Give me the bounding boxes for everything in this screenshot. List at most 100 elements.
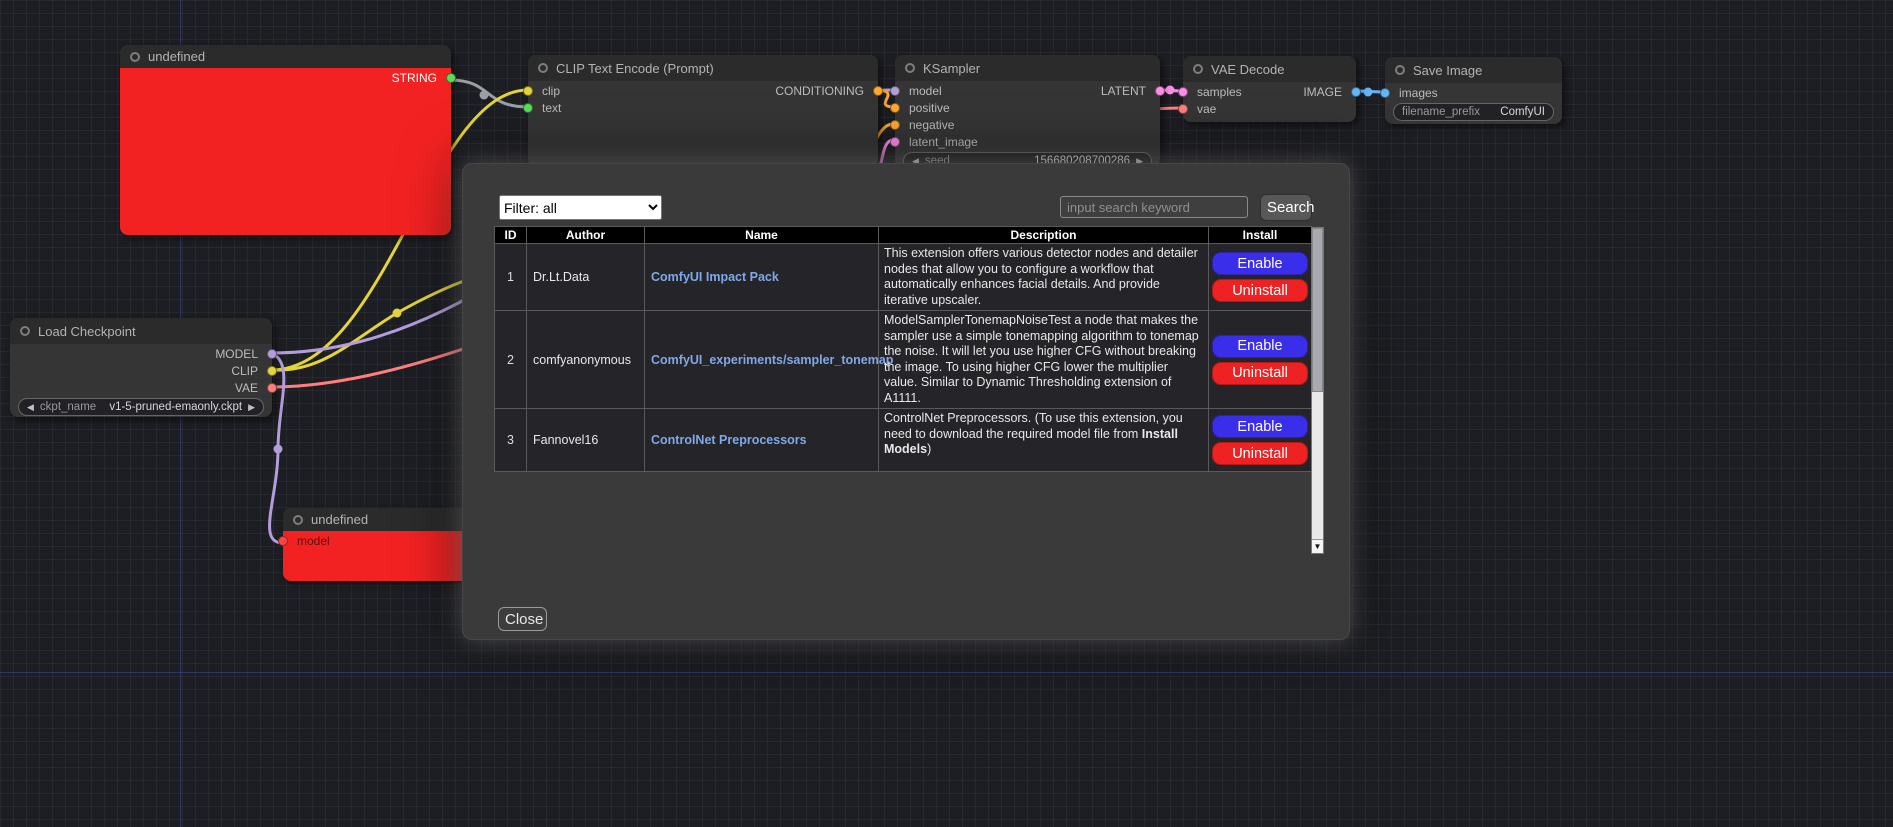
scrollbar-down-button[interactable]: ▼ xyxy=(1312,539,1323,553)
wire-midpoint-dot xyxy=(274,445,283,454)
widget-value: ComfyUI xyxy=(1500,106,1545,118)
output-port-vae[interactable] xyxy=(267,383,277,393)
input-label: latent_image xyxy=(909,135,978,149)
graph-canvas[interactable]: undefined STRING CLIP Text Encode (Promp… xyxy=(0,0,1893,827)
input-port-negative[interactable] xyxy=(890,120,900,130)
widget-label: ckpt_name xyxy=(40,401,96,413)
widget-label: filename_prefix xyxy=(1402,106,1480,118)
search-input[interactable] xyxy=(1060,196,1248,218)
uninstall-button[interactable]: Uninstall xyxy=(1212,442,1308,465)
ckpt-name-widget[interactable]: ◀ ckpt_name v1-5-pruned-emaonly.ckpt ▶ xyxy=(18,398,264,416)
collapse-dot-icon[interactable] xyxy=(1395,65,1405,75)
scroll-down-icon: ▼ xyxy=(1314,542,1322,551)
collapse-dot-icon[interactable] xyxy=(905,63,915,73)
column-header-id: ID xyxy=(495,227,527,244)
extension-row: 1 Dr.Lt.Data ComfyUI Impact Pack This ex… xyxy=(495,244,1312,311)
output-port-latent[interactable] xyxy=(1155,86,1165,96)
column-header-author: Author xyxy=(527,227,645,244)
node-title-bar[interactable]: undefined xyxy=(283,508,469,531)
input-port-model[interactable] xyxy=(890,86,900,96)
collapse-dot-icon[interactable] xyxy=(1193,64,1203,74)
input-label: model xyxy=(909,84,942,98)
node-title: Save Image xyxy=(1413,63,1482,78)
scrollbar-thumb[interactable] xyxy=(1312,228,1323,392)
enable-button[interactable]: Enable xyxy=(1212,252,1308,275)
close-button[interactable]: Close xyxy=(498,607,547,631)
output-port-model[interactable] xyxy=(267,349,277,359)
output-port-image[interactable] xyxy=(1351,87,1361,97)
table-scrollbar[interactable]: ▼ xyxy=(1311,227,1324,554)
collapse-dot-icon[interactable] xyxy=(293,515,303,525)
filename-prefix-widget[interactable]: filename_prefix ComfyUI xyxy=(1393,103,1554,121)
node-undefined-string[interactable]: undefined STRING xyxy=(120,45,451,235)
input-port-samples[interactable] xyxy=(1178,87,1188,97)
node-title-bar[interactable]: undefined xyxy=(120,45,451,68)
input-port-text[interactable] xyxy=(523,103,533,113)
collapse-dot-icon[interactable] xyxy=(130,52,140,62)
input-port-latent-image[interactable] xyxy=(890,137,900,147)
column-header-description: Description xyxy=(879,227,1209,244)
node-save-image[interactable]: Save Image images filename_prefix ComfyU… xyxy=(1385,57,1562,124)
output-port-conditioning[interactable] xyxy=(873,86,883,96)
uninstall-button[interactable]: Uninstall xyxy=(1212,362,1308,385)
extension-id: 2 xyxy=(495,311,527,409)
input-port-positive[interactable] xyxy=(890,103,900,113)
node-title: undefined xyxy=(311,512,368,527)
node-title: undefined xyxy=(148,49,205,64)
output-port-clip[interactable] xyxy=(267,366,277,376)
widget-value: v1-5-pruned-emaonly.ckpt xyxy=(109,401,242,413)
extension-description: ModelSamplerTonemapNoiseTest a node that… xyxy=(879,311,1209,409)
collapse-dot-icon[interactable] xyxy=(538,63,548,73)
column-header-install: Install xyxy=(1209,227,1312,244)
wire-midpoint-dot xyxy=(393,309,402,318)
extension-author: Dr.Lt.Data xyxy=(527,244,645,311)
input-port-model[interactable] xyxy=(278,536,288,546)
input-label: vae xyxy=(1197,102,1216,116)
input-port-clip[interactable] xyxy=(523,86,533,96)
input-label: model xyxy=(297,534,330,548)
output-port-string[interactable] xyxy=(446,73,456,83)
extension-author: Fannovel16 xyxy=(527,409,645,472)
node-undefined-tonemap[interactable]: undefined model xyxy=(283,508,469,581)
output-label: VAE xyxy=(235,381,258,395)
input-label: images xyxy=(1399,86,1438,100)
output-label: STRING xyxy=(392,71,437,85)
table-header-row: ID Author Name Description Install xyxy=(495,227,1312,244)
node-title-bar[interactable]: Load Checkpoint xyxy=(10,318,272,344)
enable-button[interactable]: Enable xyxy=(1212,415,1308,438)
extension-description: ControlNet Preprocessors. (To use this e… xyxy=(879,409,1209,472)
wire-midpoint-dot xyxy=(1364,88,1373,97)
output-label: IMAGE xyxy=(1303,85,1342,99)
node-load-checkpoint[interactable]: Load Checkpoint MODEL CLIP VAE ◀ ckpt_na… xyxy=(10,318,272,417)
node-vae-decode[interactable]: VAE Decode samples IMAGE vae xyxy=(1183,56,1356,122)
input-port-images[interactable] xyxy=(1380,88,1390,98)
wire-midpoint-dot xyxy=(480,91,489,100)
extension-link[interactable]: ComfyUI Impact Pack xyxy=(651,270,779,284)
extension-link[interactable]: ControlNet Preprocessors xyxy=(651,433,807,447)
search-button[interactable]: Search xyxy=(1260,194,1312,221)
extension-link[interactable]: ComfyUI_experiments/sampler_tonemap xyxy=(651,353,893,367)
node-title-bar[interactable]: Save Image xyxy=(1385,57,1562,83)
node-title-bar[interactable]: VAE Decode xyxy=(1183,56,1356,82)
input-label: clip xyxy=(542,84,560,98)
previous-arrow-icon[interactable]: ◀ xyxy=(27,403,34,412)
extension-id: 1 xyxy=(495,244,527,311)
extension-manager-dialog: Filter: all Search ID Author Name Descri… xyxy=(462,163,1350,640)
collapse-dot-icon[interactable] xyxy=(20,326,30,336)
node-title-bar[interactable]: CLIP Text Encode (Prompt) xyxy=(528,55,878,81)
extension-row: 2 comfyanonymous ComfyUI_experiments/sam… xyxy=(495,311,1312,409)
node-title: VAE Decode xyxy=(1211,62,1284,77)
enable-button[interactable]: Enable xyxy=(1212,335,1308,358)
node-title: CLIP Text Encode (Prompt) xyxy=(556,61,714,76)
next-arrow-icon[interactable]: ▶ xyxy=(248,403,255,412)
filter-select[interactable]: Filter: all xyxy=(499,195,662,220)
node-title-bar[interactable]: KSampler xyxy=(895,55,1160,81)
uninstall-button[interactable]: Uninstall xyxy=(1212,279,1308,302)
output-label: CONDITIONING xyxy=(775,84,864,98)
input-port-vae[interactable] xyxy=(1178,104,1188,114)
node-ksampler[interactable]: KSampler model LATENT positive negative … xyxy=(895,55,1160,167)
column-header-name: Name xyxy=(645,227,879,244)
input-label: negative xyxy=(909,118,954,132)
node-clip-text-encode[interactable]: CLIP Text Encode (Prompt) clip CONDITION… xyxy=(528,55,878,167)
node-title: KSampler xyxy=(923,61,980,76)
